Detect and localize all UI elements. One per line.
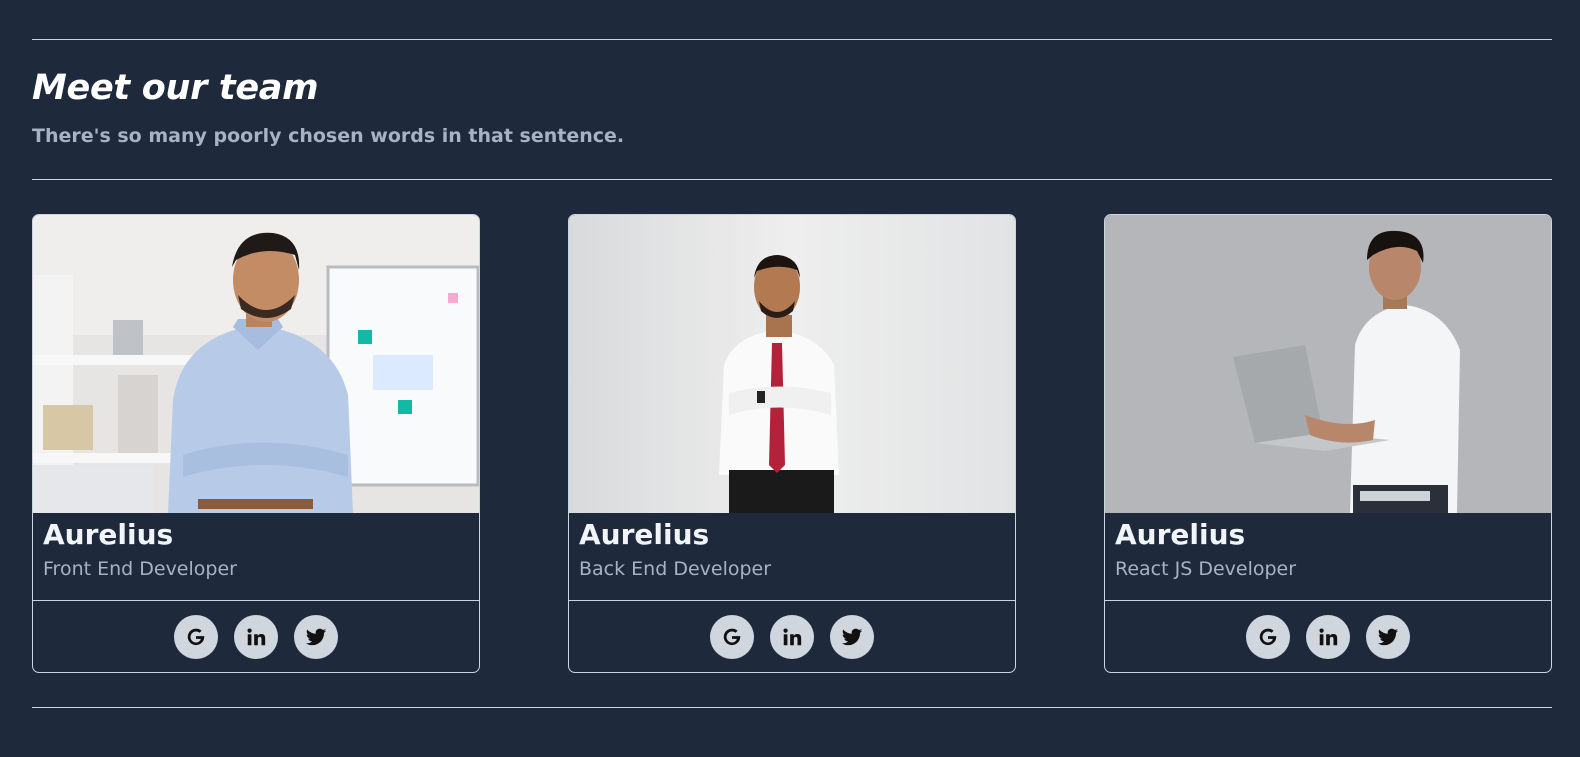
google-icon: [187, 628, 205, 645]
member-name: Aurelius: [43, 518, 174, 551]
twitter-icon: [305, 628, 327, 645]
linkedin-link-button[interactable]: [234, 614, 278, 659]
page-subtitle: There's so many poorly chosen words in t…: [32, 125, 625, 147]
member-info: Aurelius Back End Developer: [569, 513, 1015, 601]
google-link-button[interactable]: [710, 614, 754, 659]
google-link-button[interactable]: [174, 614, 218, 659]
member-role: Front End Developer: [43, 558, 237, 580]
team-card: Aurelius React JS Developer: [1104, 214, 1552, 673]
twitter-icon: [841, 628, 863, 645]
google-link-button[interactable]: [1246, 614, 1290, 659]
person-laptop-photo-icon: [1105, 215, 1551, 513]
team-card: Aurelius Front End Developer: [32, 214, 480, 673]
social-links: [569, 601, 1015, 672]
member-info: Aurelius React JS Developer: [1105, 513, 1551, 601]
twitter-link-button[interactable]: [1366, 614, 1410, 659]
google-icon: [1259, 628, 1277, 645]
google-icon: [723, 628, 741, 645]
person-office-photo-icon: [33, 215, 479, 513]
social-links: [33, 601, 479, 672]
member-photo: [1105, 215, 1551, 513]
member-name: Aurelius: [579, 518, 710, 551]
twitter-link-button[interactable]: [830, 614, 874, 659]
linkedin-icon: [247, 627, 266, 645]
linkedin-icon: [1319, 627, 1338, 645]
divider-bottom: [32, 707, 1552, 708]
page-title: Meet our team: [32, 68, 319, 108]
divider-middle: [32, 179, 1552, 180]
team-cards: Aurelius Front End Developer Aurelius Ba…: [32, 214, 1552, 673]
member-name: Aurelius: [1115, 518, 1246, 551]
member-role: React JS Developer: [1115, 558, 1297, 580]
linkedin-icon: [783, 627, 802, 645]
linkedin-link-button[interactable]: [1306, 614, 1350, 659]
member-photo: [569, 215, 1015, 513]
team-section: Meet our team There's so many poorly cho…: [0, 0, 1580, 757]
person-tie-photo-icon: [569, 215, 1015, 513]
twitter-link-button[interactable]: [294, 614, 338, 659]
twitter-icon: [1377, 628, 1399, 645]
member-role: Back End Developer: [579, 558, 772, 580]
divider-top: [32, 39, 1552, 40]
member-info: Aurelius Front End Developer: [33, 513, 479, 601]
linkedin-link-button[interactable]: [770, 614, 814, 659]
social-links: [1105, 601, 1551, 672]
member-photo: [33, 215, 479, 513]
team-card: Aurelius Back End Developer: [568, 214, 1016, 673]
